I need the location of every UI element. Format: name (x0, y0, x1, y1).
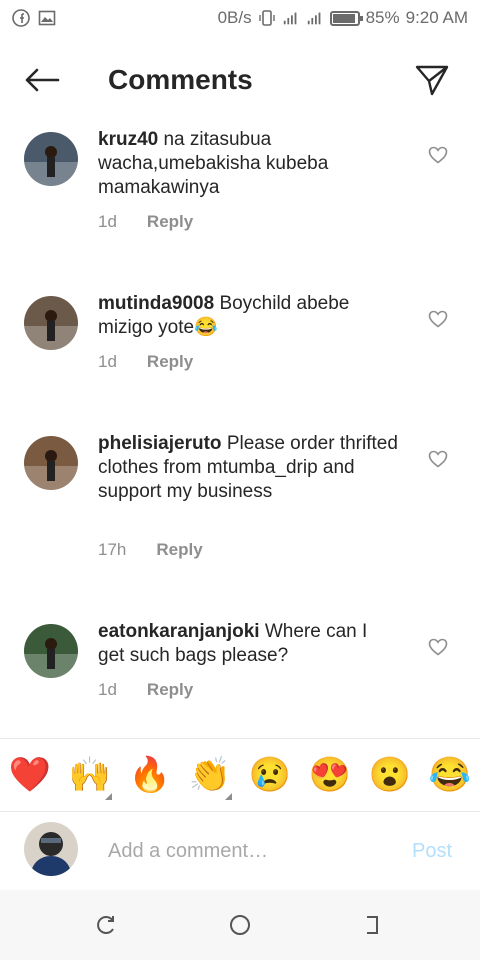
comment-time: 1d (98, 352, 117, 371)
signal-icon-2 (306, 9, 324, 27)
comment-meta: 1d Reply (98, 212, 193, 232)
comment-text: phelisiajeruto Please order thrifted clo… (98, 432, 398, 504)
emoji-glyph: 🙌 (68, 756, 112, 794)
like-comment-button[interactable] (426, 308, 450, 330)
emoji-glyph: 😢 (248, 756, 292, 794)
home-button[interactable] (225, 910, 255, 940)
data-rate: 0B/s (217, 8, 252, 27)
emoji-button[interactable]: 😢 (240, 738, 300, 812)
comment-avatar[interactable] (24, 436, 78, 490)
clock: 9:20 AM (405, 8, 468, 27)
comment-text: mutinda9008 Boychild abebe mizigo yote😂 (98, 292, 398, 340)
comment-input[interactable] (108, 836, 398, 866)
comment-meta: 1d Reply (98, 680, 193, 700)
emoji-bar: ❤️ 🙌 🔥 👏 😢 😍 😮 😂 (0, 738, 480, 812)
emoji-glyph: 😂 (428, 756, 472, 794)
comment-meta: 1d Reply (98, 352, 193, 372)
emoji-button[interactable]: 👏 (180, 738, 240, 812)
emoji-glyph: 🔥 (128, 756, 172, 794)
reply-button[interactable]: Reply (156, 540, 202, 560)
signal-icon (282, 9, 300, 27)
comment-username[interactable]: kruz40 (98, 129, 158, 150)
heart-icon (428, 450, 448, 468)
comment-avatar[interactable] (24, 624, 78, 678)
comment-text: kruz40 na zitasubua wacha,umebakisha kub… (98, 128, 398, 200)
navigation-bar (0, 890, 480, 960)
comment-time: 1d (98, 680, 117, 699)
header: Comments (0, 52, 480, 108)
emoji-button[interactable]: 😍 (300, 738, 360, 812)
comment-avatar[interactable] (24, 296, 78, 350)
emoji-button[interactable]: 😂 (420, 738, 480, 812)
like-comment-button[interactable] (426, 144, 450, 166)
like-comment-button[interactable] (426, 448, 450, 470)
comment-text: eatonkaranjanjoki Where can I get such b… (98, 620, 398, 668)
my-avatar (24, 822, 78, 876)
like-comment-button[interactable] (426, 636, 450, 658)
emoji-button[interactable]: 🔥 (120, 738, 180, 812)
comment-composer: Post (0, 812, 480, 890)
comment-time: 17h (98, 540, 127, 559)
emoji-glyph: 😍 (308, 756, 352, 794)
comment-avatar[interactable] (24, 132, 78, 186)
back-button[interactable] (22, 64, 62, 96)
page-title: Comments (108, 64, 253, 95)
back-nav-icon (367, 916, 378, 934)
reply-button[interactable]: Reply (147, 680, 193, 700)
emoji-glyph: 😮 (368, 756, 412, 794)
heart-icon (428, 638, 448, 656)
reply-button[interactable]: Reply (147, 352, 193, 372)
back-nav-button[interactable] (358, 910, 388, 940)
vibrate-icon (258, 9, 276, 27)
home-icon (230, 915, 250, 935)
recent-apps-button[interactable] (92, 910, 122, 940)
paper-plane-icon (415, 65, 449, 96)
comment-username[interactable]: phelisiajeruto (98, 433, 222, 454)
emoji-button[interactable]: 🙌 (60, 738, 120, 812)
comment-meta: 17h Reply (98, 540, 203, 560)
reply-button[interactable]: Reply (147, 212, 193, 232)
arrow-left-icon (25, 68, 60, 92)
status-bar: 0B/s 85% 9:20 AM (0, 0, 480, 36)
gallery-icon (38, 9, 56, 27)
facebook-icon (12, 9, 30, 27)
emoji-glyph: ❤️ (8, 756, 52, 794)
heart-icon (428, 310, 448, 328)
heart-icon (428, 146, 448, 164)
emoji-glyph: 👏 (188, 756, 232, 794)
share-button[interactable] (410, 60, 454, 100)
post-button[interactable]: Post (412, 840, 452, 863)
comment-username[interactable]: mutinda9008 (98, 293, 214, 314)
emoji-variants-indicator (225, 793, 232, 800)
emoji-button[interactable]: ❤️ (0, 738, 60, 812)
comments-list[interactable]: kruz40 na zitasubua wacha,umebakisha kub… (0, 118, 480, 738)
battery-fill (332, 13, 355, 23)
emoji-variants-indicator (105, 793, 112, 800)
battery-icon (329, 10, 363, 26)
comment-username[interactable]: eatonkaranjanjoki (98, 621, 260, 642)
battery-percent: 85% (365, 8, 400, 27)
emoji-button[interactable]: 😮 (360, 738, 420, 812)
comment-time: 1d (98, 212, 117, 231)
recent-apps-icon (97, 916, 114, 934)
